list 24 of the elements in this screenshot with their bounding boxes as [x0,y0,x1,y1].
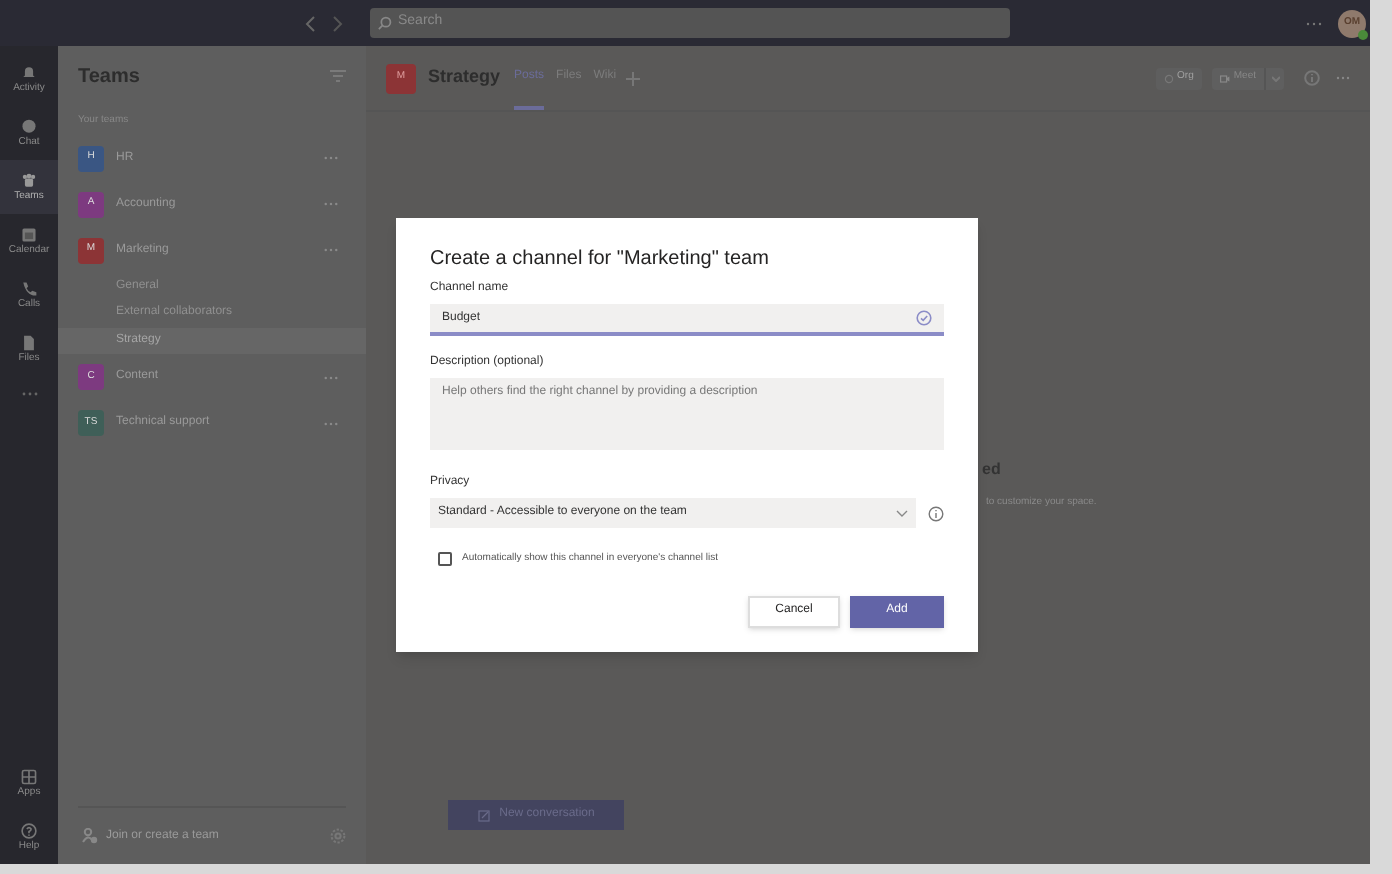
help-icon [20,821,38,839]
check-circle-icon [916,310,932,326]
dialog-title: Create a channel for "Marketing" team [430,246,771,274]
settings-icon[interactable] [330,828,346,844]
filter-icon[interactable] [330,70,346,82]
back-icon[interactable] [304,15,316,31]
chevron-down-icon [896,509,908,517]
phone-icon [20,279,38,297]
meet-dropdown[interactable] [1264,67,1284,89]
calendar-icon [20,225,38,243]
file-icon [20,333,38,351]
compose-icon [477,809,490,821]
search-icon [378,16,392,30]
chat-icon [20,117,38,135]
forward-icon[interactable] [332,15,344,31]
org-chart-icon [1163,73,1174,83]
checkbox[interactable] [438,552,452,567]
people-icon [20,171,38,189]
grid-icon [20,767,38,785]
info-icon[interactable] [928,505,944,521]
add-tab-icon[interactable] [626,71,641,85]
bell-icon [20,63,38,81]
camera-icon [1219,73,1230,83]
people-icon [82,828,98,844]
